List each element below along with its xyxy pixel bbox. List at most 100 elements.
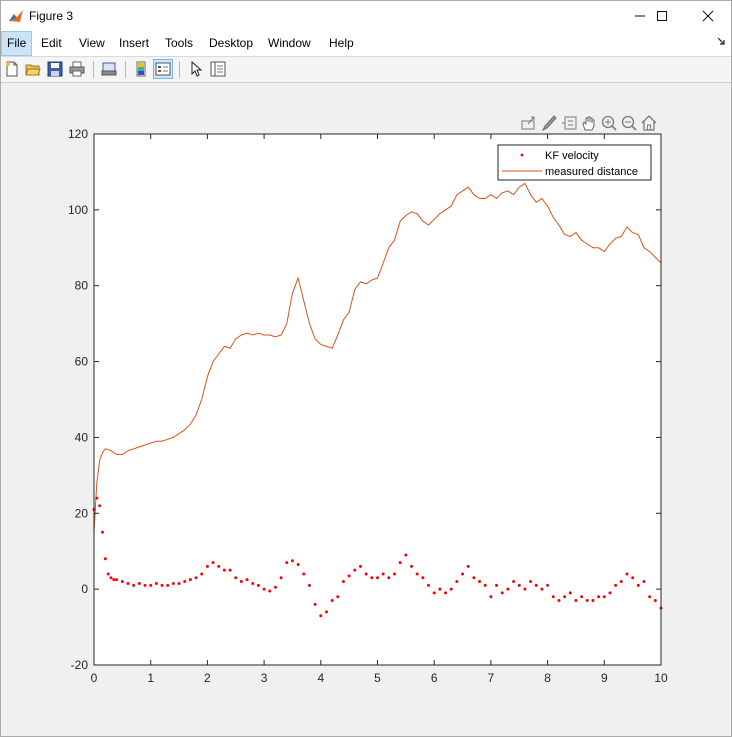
data-point-kf-velocity — [137, 581, 141, 585]
print-preview-button[interactable] — [99, 59, 119, 79]
title-bar: Figure 3 — [1, 1, 731, 31]
menu-edit[interactable]: Edit — [36, 31, 67, 56]
data-point-kf-velocity — [410, 564, 414, 568]
data-point-kf-velocity — [112, 578, 116, 582]
home-icon[interactable] — [641, 115, 657, 131]
data-point-kf-velocity — [324, 610, 328, 614]
data-point-kf-velocity — [393, 572, 397, 576]
data-point-kf-velocity — [330, 599, 334, 603]
data-point-kf-velocity — [506, 587, 510, 591]
data-point-kf-velocity — [500, 591, 504, 595]
y-tick-label: 0 — [81, 582, 88, 596]
axes-background — [94, 134, 661, 665]
plot-svg: 0 1 2 3 4 5 6 7 8 9 10-20020406080100120 KF veloci… — [68, 115, 668, 685]
data-point-kf-velocity — [154, 581, 158, 585]
data-point-kf-velocity — [455, 580, 459, 584]
data-point-kf-velocity — [557, 599, 561, 603]
window-title: Figure 3 — [29, 9, 74, 23]
data-point-kf-velocity — [307, 583, 311, 587]
print-button[interactable] — [67, 59, 87, 79]
data-point-kf-velocity — [296, 562, 300, 566]
data-point-kf-velocity — [568, 591, 572, 595]
colorbar-button[interactable] — [131, 59, 151, 79]
x-tick-label: 2 — [204, 671, 211, 685]
x-tick-label: 10 — [654, 671, 668, 685]
data-point-kf-velocity — [245, 578, 249, 582]
x-tick-label: 1 — [147, 671, 154, 685]
data-point-kf-velocity — [106, 572, 110, 576]
edit-plot-button[interactable] — [186, 59, 206, 79]
data-point-kf-velocity — [625, 572, 629, 576]
new-figure-icon — [6, 61, 18, 77]
menu-tools[interactable]: Tools — [160, 31, 198, 56]
legend-button[interactable] — [153, 59, 173, 79]
x-tick-label: 8 — [544, 671, 551, 685]
data-point-kf-velocity — [466, 564, 470, 568]
menu-help[interactable]: Help — [324, 31, 359, 56]
data-point-kf-velocity — [273, 585, 277, 589]
data-point-kf-velocity — [546, 583, 550, 587]
legend[interactable]: KF velocity measured distance — [497, 144, 652, 181]
data-point-kf-velocity — [636, 583, 640, 587]
menu-view[interactable]: View — [74, 31, 110, 56]
data-point-kf-velocity — [608, 591, 612, 595]
data-point-kf-velocity — [132, 583, 136, 587]
property-inspector-button[interactable] — [208, 59, 228, 79]
maximize-button[interactable] — [639, 1, 685, 31]
save-button[interactable] — [45, 59, 65, 79]
close-button[interactable] — [685, 1, 731, 31]
open-file-icon — [25, 64, 41, 76]
figure-window: Figure 3 File Edit View Insert Tools Des… — [0, 0, 732, 737]
data-point-kf-velocity — [427, 583, 431, 587]
data-point-kf-velocity — [143, 583, 147, 587]
data-point-kf-velocity — [597, 595, 601, 599]
data-point-kf-velocity — [222, 568, 226, 572]
export-icon[interactable] — [521, 116, 535, 130]
data-point-kf-velocity — [529, 580, 533, 584]
new-figure-button[interactable] — [2, 59, 22, 79]
data-tip-icon[interactable] — [562, 116, 577, 130]
menu-file[interactable]: File — [1, 31, 33, 56]
y-tick-label: 100 — [68, 203, 88, 217]
menu-insert[interactable]: Insert — [114, 31, 154, 56]
data-point-kf-velocity — [364, 572, 368, 576]
data-point-kf-velocity — [563, 595, 567, 599]
x-tick-label: 4 — [317, 671, 324, 685]
data-point-kf-velocity — [523, 587, 527, 591]
legend-icon — [155, 62, 171, 76]
data-point-kf-velocity — [120, 580, 124, 584]
data-point-kf-velocity — [432, 591, 436, 595]
data-point-kf-velocity — [376, 576, 379, 580]
data-point-kf-velocity — [398, 561, 402, 565]
data-point-kf-velocity — [642, 580, 646, 584]
data-point-kf-velocity — [290, 559, 294, 563]
y-tick-label: 40 — [75, 430, 89, 444]
data-point-kf-velocity — [512, 580, 516, 584]
x-tick-label: 5 — [374, 671, 381, 685]
menu-desktop[interactable]: Desktop — [204, 31, 258, 56]
data-point-kf-velocity — [341, 580, 345, 584]
data-point-kf-velocity — [495, 583, 499, 587]
data-point-kf-velocity — [251, 581, 255, 585]
data-point-kf-velocity — [478, 580, 482, 584]
menu-window[interactable]: Window — [263, 31, 316, 56]
data-point-kf-velocity — [239, 580, 243, 584]
brush-icon[interactable] — [541, 115, 557, 132]
x-tick-label: 6 — [431, 671, 438, 685]
data-point-kf-velocity — [160, 583, 164, 587]
data-point-kf-velocity — [534, 583, 538, 587]
zoom-out-icon[interactable] — [621, 115, 637, 131]
data-point-kf-velocity — [353, 568, 357, 572]
data-point-kf-velocity — [262, 587, 266, 591]
data-point-kf-velocity — [574, 599, 578, 603]
open-file-button[interactable] — [23, 59, 43, 79]
zoom-in-icon[interactable] — [601, 115, 617, 131]
data-point-kf-velocity — [370, 576, 374, 580]
y-tick-label: 120 — [68, 127, 88, 141]
data-point-kf-velocity — [217, 564, 221, 568]
dock-figure-icon[interactable] — [717, 37, 725, 48]
pan-icon[interactable] — [582, 116, 595, 131]
data-point-kf-velocity — [103, 557, 107, 561]
data-point-kf-velocity — [336, 595, 340, 599]
data-point-kf-velocity — [614, 583, 618, 587]
